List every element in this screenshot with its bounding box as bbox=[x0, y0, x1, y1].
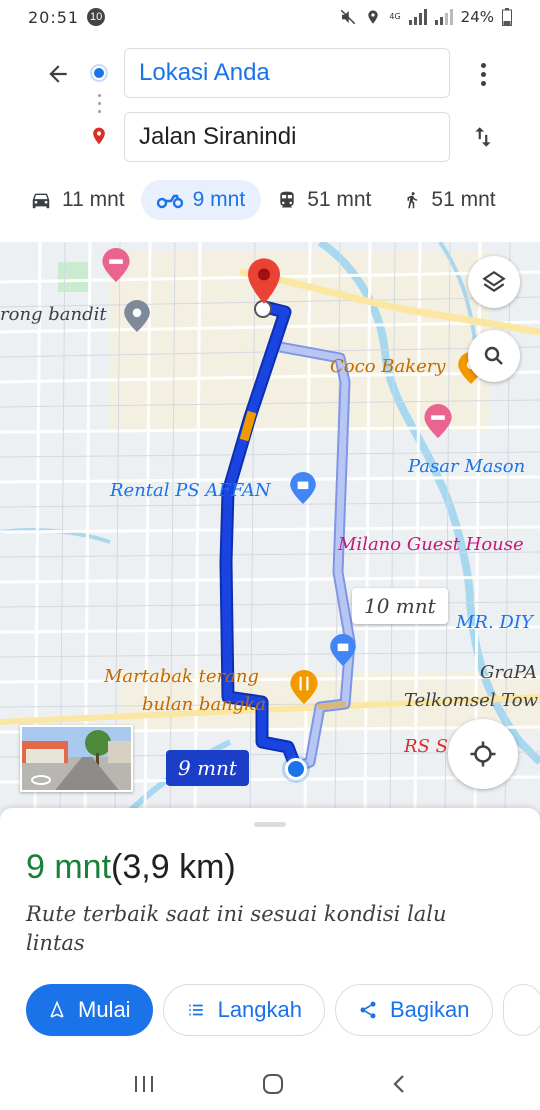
crosshair-icon bbox=[470, 741, 496, 767]
place-pin-icon[interactable] bbox=[124, 300, 150, 332]
shop-pin-icon[interactable] bbox=[290, 472, 316, 504]
hotel-pin-icon[interactable] bbox=[102, 248, 130, 282]
route-time-label-primary[interactable]: 9 mnt bbox=[166, 750, 249, 786]
car-time: 11 mnt bbox=[62, 188, 125, 211]
tab-motorcycle[interactable]: 9 mnt bbox=[140, 180, 262, 220]
swap-button[interactable] bbox=[464, 118, 502, 156]
map-view[interactable]: rong bandit Coco Bakery Pasar Mason Rent… bbox=[0, 242, 540, 820]
search-along-route-button[interactable] bbox=[468, 330, 520, 382]
street-view-thumbnail[interactable] bbox=[20, 725, 133, 792]
steps-button[interactable]: Langkah bbox=[162, 984, 325, 1036]
destination-marker-icon[interactable] bbox=[248, 258, 280, 304]
route-summary-sheet: 9 mnt(3,9 km) Rute terbaik saat ini sesu… bbox=[0, 808, 540, 1058]
signal-icon bbox=[408, 9, 427, 25]
origin-input[interactable]: Lokasi Anda bbox=[124, 48, 450, 98]
car-icon bbox=[32, 193, 50, 209]
network-type: 4G bbox=[389, 12, 401, 21]
transit-time: 51 mnt bbox=[307, 188, 372, 211]
route-time-label-alternative[interactable]: 10 mnt bbox=[352, 588, 448, 624]
tab-transit[interactable]: 51 mnt bbox=[261, 180, 387, 220]
transit-icon bbox=[280, 191, 294, 208]
current-location-dot bbox=[285, 758, 307, 780]
poi-grapari[interactable]: GraPA bbox=[480, 662, 537, 683]
system-navigation-bar bbox=[0, 1058, 540, 1110]
list-icon bbox=[188, 1004, 203, 1016]
motorcycle-time: 9 mnt bbox=[192, 188, 246, 211]
signal-icon-2 bbox=[434, 9, 453, 25]
battery-icon bbox=[502, 8, 512, 26]
swap-icon bbox=[475, 127, 491, 147]
steps-label: Langkah bbox=[217, 997, 302, 1022]
motorcycle-icon bbox=[156, 194, 183, 209]
sheet-drag-handle[interactable] bbox=[254, 822, 286, 827]
route-distance: (3,9 km) bbox=[111, 848, 236, 886]
share-icon bbox=[360, 1001, 376, 1019]
tab-walk[interactable]: 51 mnt bbox=[387, 180, 511, 220]
layers-button[interactable] bbox=[468, 256, 520, 308]
battery-percent: 24% bbox=[460, 8, 494, 26]
status-bar: 20:51 10 4G 24% bbox=[0, 0, 540, 34]
my-location-button[interactable] bbox=[448, 719, 518, 789]
poi-rental-ps[interactable]: Rental PS AFFAN bbox=[110, 480, 271, 501]
start-label: Mulai bbox=[78, 997, 131, 1022]
shop-pin-icon-2[interactable] bbox=[330, 634, 356, 666]
poi-coco-bakery[interactable]: Coco Bakery bbox=[330, 356, 446, 377]
walk-time: 51 mnt bbox=[431, 188, 496, 211]
poi-telkomsel[interactable]: Telkomsel Tow bbox=[404, 690, 538, 711]
connector-dots bbox=[98, 94, 101, 118]
mute-icon bbox=[341, 9, 356, 25]
navigation-arrow-icon bbox=[50, 1000, 64, 1018]
status-time: 20:51 bbox=[28, 7, 80, 27]
route-duration: 9 mnt bbox=[26, 848, 112, 886]
action-buttons: Mulai Langkah Bagikan bbox=[26, 984, 540, 1036]
recent-apps-icon[interactable] bbox=[133, 1074, 155, 1094]
route-summary: 9 mnt(3,9 km) bbox=[26, 848, 236, 887]
poi-milano-guest-house[interactable]: Milano Guest House bbox=[338, 534, 524, 555]
more-options-button[interactable] bbox=[470, 56, 496, 92]
poi-rong-bandit[interactable]: rong bandit bbox=[0, 304, 107, 325]
poi-pasar-mason[interactable]: Pasar Mason bbox=[408, 456, 525, 477]
home-icon[interactable] bbox=[262, 1073, 284, 1095]
location-icon bbox=[368, 10, 379, 24]
start-button[interactable]: Mulai bbox=[26, 984, 153, 1036]
hotel-pin-icon-2[interactable] bbox=[424, 404, 452, 438]
directions-header: Lokasi Anda Jalan Siranindi 11 mnt 9 mnt… bbox=[0, 34, 540, 242]
status-icons: 4G 24% bbox=[339, 8, 512, 26]
notification-count-badge: 10 bbox=[87, 8, 106, 26]
poi-martabak-line1[interactable]: Martabak terang bbox=[104, 666, 259, 687]
more-actions-button[interactable] bbox=[502, 984, 540, 1036]
search-icon bbox=[484, 346, 503, 365]
origin-dot-icon bbox=[92, 66, 106, 80]
destination-pin-icon bbox=[93, 127, 105, 145]
tab-car[interactable]: 11 mnt bbox=[14, 180, 141, 220]
poi-mr-diy[interactable]: MR. DIY bbox=[456, 612, 533, 633]
poi-martabak-line2[interactable]: bulan bangka bbox=[142, 694, 266, 715]
destination-input[interactable]: Jalan Siranindi bbox=[124, 112, 450, 162]
system-back-icon[interactable] bbox=[391, 1073, 407, 1095]
street-view-360-icon bbox=[31, 775, 51, 785]
share-button[interactable]: Bagikan bbox=[335, 984, 493, 1036]
route-description: Rute terbaik saat ini sesuai kondisi lal… bbox=[26, 902, 447, 955]
restaurant-pin-icon[interactable] bbox=[290, 670, 318, 704]
screen: 20:51 10 4G 24% Lokasi Anda Jalan Sirani… bbox=[0, 0, 540, 1110]
share-label: Bagikan bbox=[390, 997, 470, 1022]
layers-icon bbox=[482, 270, 506, 292]
walk-icon bbox=[407, 192, 418, 209]
arrow-left-icon bbox=[49, 65, 67, 83]
back-button[interactable] bbox=[40, 56, 76, 92]
poi-rs[interactable]: RS S bbox=[404, 736, 448, 757]
travel-mode-tabs: 11 mnt 9 mnt 51 mnt 51 mnt bbox=[0, 178, 540, 222]
